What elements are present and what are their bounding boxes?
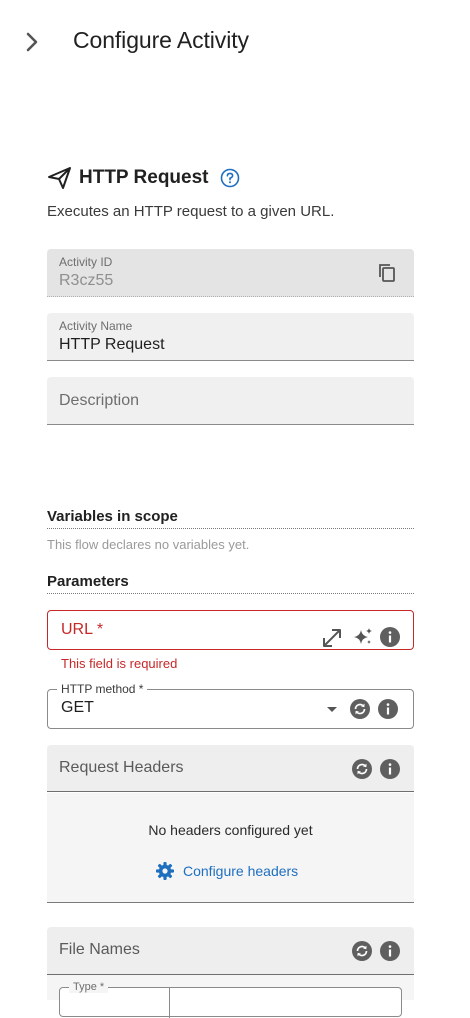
- activity-id-field: Activity ID R3cz55: [47, 249, 414, 297]
- request-headers-body: No headers configured yet Configure head…: [47, 793, 414, 903]
- url-error-text: This field is required: [61, 656, 178, 671]
- expand-icon[interactable]: [321, 627, 343, 649]
- sync-icon[interactable]: [351, 940, 373, 962]
- info-icon[interactable]: [379, 626, 401, 648]
- activity-title: HTTP Request: [79, 167, 209, 188]
- file-names-header[interactable]: File Names: [47, 927, 414, 975]
- activity-name-label: Activity Name: [59, 319, 133, 333]
- chevron-right-icon[interactable]: [22, 28, 44, 56]
- variables-heading: Variables in scope: [47, 508, 414, 529]
- info-icon[interactable]: [379, 940, 401, 962]
- file-names-body: Type *: [47, 975, 414, 1018]
- request-headers-header[interactable]: Request Headers: [47, 745, 414, 792]
- activity-description: Executes an HTTP request to a given URL.: [47, 203, 335, 220]
- request-headers-title: Request Headers: [59, 759, 184, 776]
- help-circle-icon[interactable]: [220, 168, 240, 188]
- activity-name-field[interactable]: Activity Name HTTP Request: [47, 313, 414, 361]
- copy-icon[interactable]: [376, 262, 398, 284]
- http-method-select[interactable]: HTTP method * GET: [47, 682, 414, 729]
- no-headers-text: No headers configured yet: [148, 822, 313, 838]
- info-icon[interactable]: [379, 758, 401, 780]
- http-method-label: HTTP method *: [57, 682, 148, 696]
- sync-icon[interactable]: [349, 698, 371, 720]
- file-names-title: File Names: [59, 941, 140, 958]
- type-divider: [169, 988, 170, 1018]
- sync-icon[interactable]: [351, 758, 373, 780]
- configure-headers-label: Configure headers: [183, 863, 299, 879]
- description-placeholder: Description: [59, 392, 140, 409]
- info-icon[interactable]: [377, 698, 399, 720]
- url-label: URL *: [61, 621, 104, 638]
- activity-name-value[interactable]: HTTP Request: [59, 336, 165, 354]
- url-field[interactable]: URL *: [47, 610, 414, 650]
- sparkle-icon[interactable]: [352, 626, 374, 648]
- page-title: Configure Activity: [73, 27, 249, 53]
- parameters-heading: Parameters: [47, 573, 414, 594]
- type-select[interactable]: Type *: [59, 981, 402, 1018]
- dropdown-arrow-icon[interactable]: [327, 707, 337, 712]
- gear-icon: [156, 862, 174, 880]
- description-field[interactable]: Description: [47, 377, 414, 425]
- variables-note: This flow declares no variables yet.: [47, 537, 250, 552]
- activity-id-label: Activity ID: [59, 255, 113, 269]
- configure-headers-button[interactable]: Configure headers: [155, 859, 298, 883]
- send-icon: [48, 167, 71, 189]
- type-label: Type *: [69, 981, 109, 993]
- activity-id-value: R3cz55: [59, 272, 114, 289]
- http-method-value[interactable]: GET: [61, 699, 94, 717]
